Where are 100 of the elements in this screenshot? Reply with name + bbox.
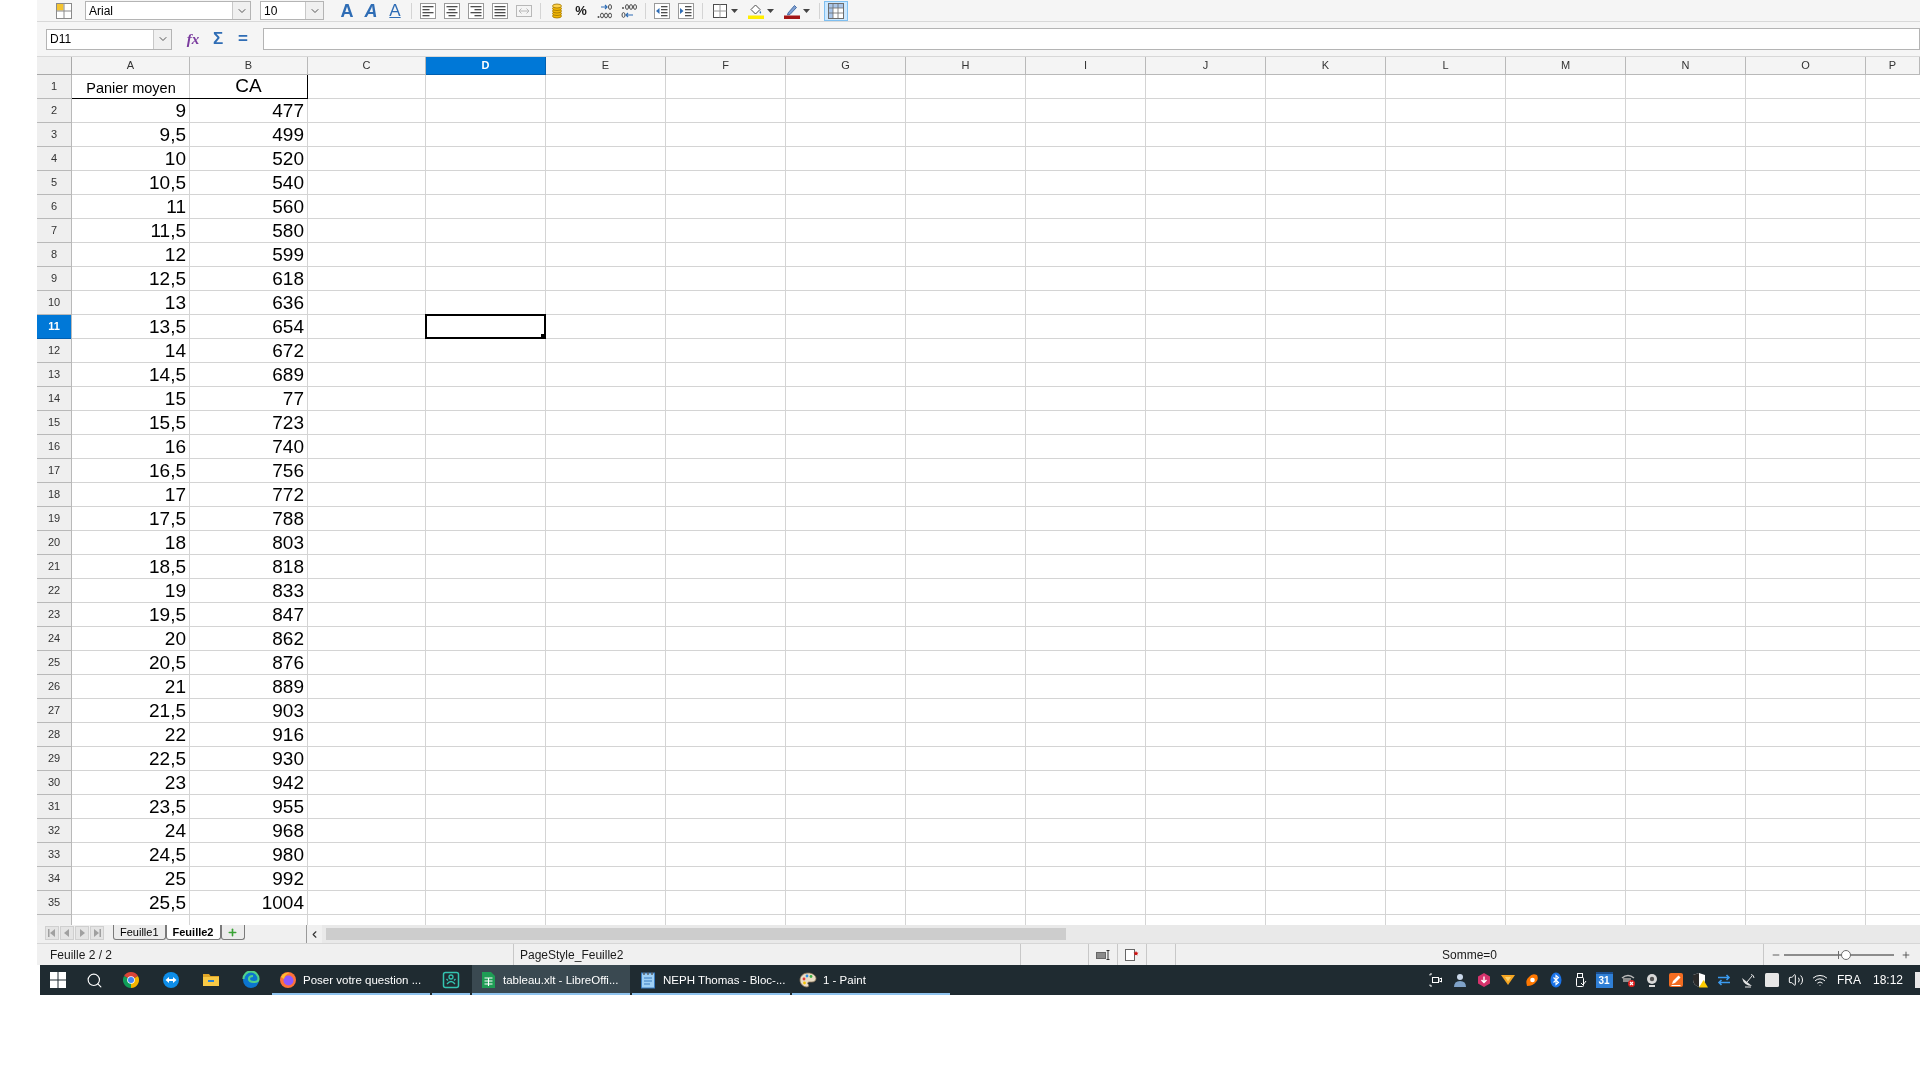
row-header[interactable]: 31 [37, 795, 71, 819]
row-header[interactable]: 9 [37, 267, 71, 291]
volume-icon[interactable] [1788, 972, 1804, 988]
column-header[interactable]: J [1146, 57, 1266, 75]
bluetooth-icon[interactable] [1548, 972, 1564, 988]
font-size-field[interactable]: 10 [260, 1, 324, 20]
table-cell-text: 21,5 [148, 699, 187, 723]
network-error-icon[interactable] [1620, 972, 1636, 988]
sync-arrows-icon[interactable] [1716, 972, 1732, 988]
row-header[interactable]: 19 [37, 507, 71, 531]
row-header[interactable]: 15 [37, 411, 71, 435]
function-wizard-button[interactable]: fx [182, 28, 204, 50]
horizontal-scrollbar[interactable] [322, 925, 1920, 943]
row-header[interactable]: 32 [37, 819, 71, 843]
column-header[interactable]: N [1626, 57, 1746, 75]
row-header[interactable]: 8 [37, 243, 71, 267]
person-icon[interactable] [1452, 972, 1468, 988]
column-header[interactable]: B [190, 57, 308, 75]
freeze-button[interactable] [824, 0, 848, 21]
row-header[interactable]: 27 [37, 699, 71, 723]
row-header[interactable]: 30 [37, 771, 71, 795]
triangle-right-icon [78, 929, 86, 937]
row-header[interactable]: 12 [37, 339, 71, 363]
row-header[interactable]: 4 [37, 147, 71, 171]
column-header[interactable]: P [1866, 57, 1920, 75]
table-cell-text: 477 [271, 99, 305, 123]
row-header[interactable]: 14 [37, 387, 71, 411]
name-box[interactable]: D11 [46, 28, 172, 50]
row-header[interactable]: 18 [37, 483, 71, 507]
formula-input[interactable] [263, 28, 1920, 50]
plus-icon [227, 926, 238, 938]
row-header[interactable]: 24 [37, 627, 71, 651]
bold-button[interactable]: A [335, 0, 359, 21]
column-header[interactable]: A [72, 57, 190, 75]
row-header[interactable]: 33 [37, 843, 71, 867]
row-header[interactable]: 29 [37, 747, 71, 771]
column-header[interactable]: F [666, 57, 786, 75]
webcam-icon[interactable] [1644, 972, 1660, 988]
row-header[interactable]: 22 [37, 579, 71, 603]
notepad-icon [639, 971, 657, 989]
add-sheet-button[interactable] [220, 925, 245, 940]
video-camera-icon[interactable] [1428, 972, 1444, 988]
row-header[interactable]: 26 [37, 675, 71, 699]
sheet-tab[interactable]: Feuille2 [165, 925, 221, 940]
row-header[interactable]: 2 [37, 99, 71, 123]
font-name-field[interactable]: Arial [85, 1, 251, 20]
square-icon[interactable] [1764, 972, 1780, 988]
styles-button[interactable] [55, 1, 73, 20]
row-header[interactable]: 34 [37, 867, 71, 891]
column-header[interactable]: I [1026, 57, 1146, 75]
download-icon[interactable] [1476, 972, 1492, 988]
row-header[interactable]: 17 [37, 459, 71, 483]
row-header[interactable]: 6 [37, 195, 71, 219]
column-header[interactable]: G [786, 57, 906, 75]
row-header[interactable]: 20 [37, 531, 71, 555]
scrollbar-thumb[interactable] [326, 928, 1066, 940]
cell-cursor[interactable] [425, 314, 546, 339]
row-header[interactable]: 5 [37, 171, 71, 195]
row-header[interactable]: 23 [37, 603, 71, 627]
taskbar-app-button[interactable]: tableau.xlt - LibreOffi... [472, 965, 630, 995]
row-header[interactable]: 25 [37, 651, 71, 675]
calendar-tray-button[interactable]: 31 [1595, 972, 1613, 988]
table-cell-text: 992 [271, 867, 305, 891]
zoom-slider[interactable] [1784, 949, 1894, 960]
zoom-slider-thumb[interactable] [1840, 949, 1851, 960]
column-header[interactable]: D [426, 57, 546, 75]
taskbar-app-button[interactable]: 1 - Paint [792, 965, 950, 995]
row-header[interactable]: 11 [37, 315, 71, 339]
row-header[interactable]: 7 [37, 219, 71, 243]
clock-time[interactable]: 18:12 [1873, 971, 1903, 989]
sum-button[interactable]: Σ [207, 28, 229, 50]
row-header[interactable]: 21 [37, 555, 71, 579]
column-header[interactable]: C [308, 57, 426, 75]
taskbar-app-button[interactable]: NEPH Thomas - Bloc-... [632, 965, 790, 995]
underline-button[interactable]: A [383, 0, 407, 21]
pen-square-icon[interactable] [1668, 972, 1684, 988]
column-header[interactable]: O [1746, 57, 1866, 75]
table-cell-text: 22 [163, 723, 187, 747]
ring-icon [122, 971, 140, 989]
shield-warning-icon[interactable] [1692, 972, 1708, 988]
language-indicator[interactable]: FRA [1837, 971, 1861, 989]
column-header[interactable]: E [546, 57, 666, 75]
row-header[interactable]: 1 [37, 75, 71, 99]
satellite-dish-icon[interactable] [1740, 972, 1756, 988]
row-header[interactable]: 13 [37, 363, 71, 387]
splash-icon[interactable] [1524, 972, 1540, 988]
row-header[interactable]: 28 [37, 723, 71, 747]
sheet-tab[interactable]: Feuille1 [113, 925, 166, 940]
column-header[interactable]: K [1266, 57, 1386, 75]
row-header[interactable]: 16 [37, 435, 71, 459]
formula-button[interactable]: = [232, 28, 254, 50]
column-header[interactable]: L [1386, 57, 1506, 75]
italic-button[interactable]: A [359, 0, 383, 21]
percent-button[interactable]: % [569, 0, 593, 21]
row-header[interactable]: 35 [37, 891, 71, 915]
column-header[interactable]: M [1506, 57, 1626, 75]
column-header[interactable]: H [906, 57, 1026, 75]
taskbar-app-button[interactable]: Poser votre question ... [272, 965, 430, 995]
wifi-icon[interactable] [1812, 972, 1828, 988]
row-header[interactable]: 3 [37, 123, 71, 147]
